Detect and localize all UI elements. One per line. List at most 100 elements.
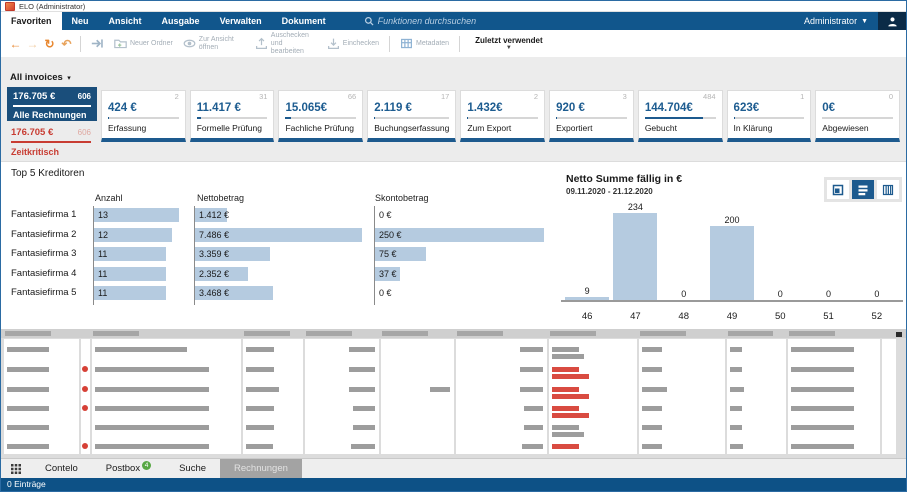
- tile-value: 15.065€: [285, 102, 356, 115]
- redacted-text-bar: [349, 367, 375, 372]
- tile-label: Fachliche Prüfung: [285, 123, 356, 133]
- redacted-text-bar: [642, 367, 662, 372]
- chart-bar-slot: 0: [660, 289, 708, 300]
- menu-favoriten[interactable]: Favoriten: [1, 12, 62, 30]
- function-search[interactable]: Funktionen durchsuchen: [364, 12, 477, 30]
- redacted-text-bar: [522, 444, 543, 449]
- apps-grid-button[interactable]: [1, 459, 31, 478]
- refresh-button[interactable]: ↻: [41, 37, 58, 51]
- list-column: [727, 339, 786, 454]
- redacted-text-bar: [351, 444, 375, 449]
- invoice-result-list-redacted[interactable]: [1, 329, 906, 458]
- forward-button[interactable]: →: [24, 37, 41, 51]
- redacted-text-bar: [730, 387, 744, 392]
- redacted-text-bar: [524, 425, 543, 430]
- kpi-tile-gebucht[interactable]: 484144.704€Gebucht: [638, 90, 723, 142]
- chart-view-toggles: [824, 177, 902, 202]
- tab-postbox[interactable]: Postbox4: [92, 459, 165, 478]
- menu-ansicht[interactable]: Ansicht: [99, 12, 152, 30]
- redacted-text-bar: [246, 367, 274, 372]
- list-header-segment: [728, 331, 773, 336]
- tile-value: 623€: [734, 102, 805, 115]
- redacted-text-bar: [520, 387, 543, 392]
- view-selector[interactable]: All invoices ▾: [10, 67, 71, 84]
- kpi-tile-alle-rechnungen[interactable]: 176.705 € 606 Alle Rechnungen: [7, 87, 97, 121]
- kpi-tile-abgewiesen[interactable]: 00€Abgewiesen: [815, 90, 900, 142]
- tile-progress: [645, 117, 716, 119]
- list-header-segment: [550, 331, 596, 336]
- kpi-tile-buchungserfassung[interactable]: 172.119 €Buchungserfassung: [367, 90, 456, 142]
- table-view-button[interactable]: [877, 180, 899, 199]
- list-view-button[interactable]: [852, 180, 874, 199]
- top5-title: Top 5 Kreditoren: [11, 168, 84, 179]
- scrollbar-thumb[interactable]: [896, 332, 902, 337]
- kpi-tile-fachliche-pr-fung[interactable]: 6615.065€Fachliche Prüfung: [278, 90, 363, 142]
- recent-used-button[interactable]: Zuletzt verwendet ▼: [475, 36, 543, 51]
- creditor-name: Fantasiefirma 1: [11, 208, 76, 222]
- tile-label: Alle Rechnungen: [13, 110, 91, 120]
- back-button[interactable]: ←: [7, 37, 24, 51]
- goto-button[interactable]: [86, 37, 109, 50]
- tab-suche[interactable]: Suche: [165, 459, 220, 478]
- chart-bar-slot: 200: [708, 215, 756, 300]
- tile-label: Exportiert: [556, 123, 627, 133]
- kpi-tile-formelle-pr-fung[interactable]: 3111.417 €Formelle Prüfung: [190, 90, 275, 142]
- list-column: [456, 339, 547, 454]
- view-selector-bar: All invoices ▾: [1, 57, 906, 86]
- redacted-text-bar: [95, 406, 209, 411]
- x-tick-label: 49: [708, 311, 756, 323]
- kpi-tile-zum-export[interactable]: 21.432€Zum Export: [460, 90, 545, 142]
- kpi-tile-exportiert[interactable]: 3920 €Exportiert: [549, 90, 634, 142]
- kpi-tile-erfassung[interactable]: 2424 €Erfassung: [101, 90, 186, 142]
- tile-view-button[interactable]: [827, 180, 849, 199]
- title-bar: ELO (Administrator): [1, 1, 906, 12]
- status-bar: 0 Einträge: [1, 478, 906, 491]
- menu-dokument[interactable]: Dokument: [272, 12, 336, 30]
- folder-plus-icon: [114, 37, 127, 50]
- tab-contelo[interactable]: Contelo: [31, 459, 92, 478]
- metadata-button[interactable]: Metadaten: [395, 37, 454, 50]
- menu-ausgabe[interactable]: Ausgabe: [152, 12, 210, 30]
- checkin-button[interactable]: Einchecken: [322, 37, 384, 50]
- user-menu[interactable]: Administrator ▼: [794, 12, 878, 30]
- redacted-amount-bar-red: [552, 394, 589, 399]
- tile-count: 2: [108, 92, 179, 102]
- redacted-text-bar: [791, 406, 854, 411]
- x-axis-labels: 46474849505152: [563, 311, 901, 323]
- kpi-tile-in-kl-rung[interactable]: 1623€ In Klärung: [727, 90, 812, 142]
- tab-rechnungen[interactable]: Rechnungen: [220, 459, 302, 478]
- bar-value-label: 0: [681, 289, 686, 299]
- upload-icon: [255, 37, 268, 50]
- redacted-amount-bar-red: [552, 413, 589, 418]
- redacted-text-bar: [7, 406, 49, 411]
- tile-progress: [734, 117, 805, 119]
- anzahl-value: 11: [98, 267, 107, 281]
- skonto-value: 250 €: [379, 228, 402, 242]
- open-view-button[interactable]: Zur Ansicht öffnen: [178, 36, 250, 52]
- undo-button[interactable]: ↶: [58, 37, 75, 51]
- bar-value-label: 200: [724, 215, 739, 225]
- dashboard-panel: Top 5 Kreditoren Anzahl Nettobetrag Skon…: [1, 161, 906, 329]
- new-folder-button[interactable]: Neuer Ordner: [109, 37, 178, 50]
- redacted-text-bar: [246, 406, 274, 411]
- column-header-skontobetrag: Skontobetrag: [375, 193, 429, 203]
- redacted-text-bar: [430, 387, 450, 392]
- tile-count: 1: [734, 92, 805, 102]
- bar-value-label: 9: [585, 286, 590, 296]
- chart-bar-slot: 0: [756, 289, 804, 300]
- menu-neu[interactable]: Neu: [62, 12, 99, 30]
- table-icon: [400, 37, 413, 50]
- toolbar-separator: [80, 36, 81, 52]
- kpi-tile-zeitkritisch[interactable]: 176.705 € 606 Zeitkritisch: [7, 121, 97, 157]
- bar-value-label: 0: [826, 289, 831, 299]
- user-avatar-button[interactable]: [878, 12, 906, 30]
- tile-label: In Klärung: [734, 123, 805, 133]
- bar-value-label: 0: [778, 289, 783, 299]
- menu-verwalten[interactable]: Verwalten: [210, 12, 272, 30]
- tile-progress: [556, 117, 627, 119]
- checkout-button[interactable]: Auschecken und bearbeiten: [250, 32, 322, 56]
- tile-count: 606: [78, 92, 91, 101]
- list-header-segment: [640, 331, 686, 336]
- status-dot-red: [82, 443, 88, 449]
- kpi-first-column: 176.705 € 606 Alle Rechnungen 176.705 € …: [7, 86, 97, 161]
